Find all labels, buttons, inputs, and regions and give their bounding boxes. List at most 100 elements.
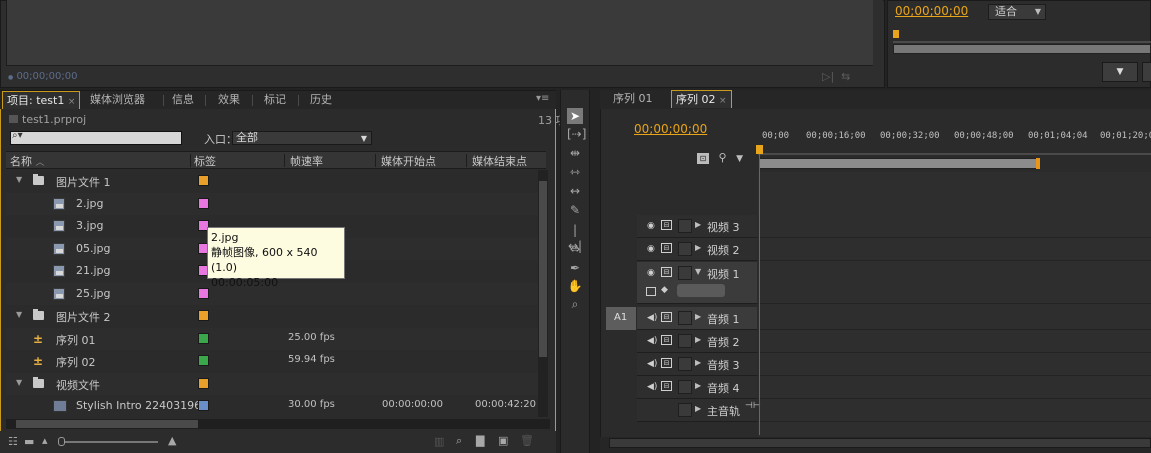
video-track-header[interactable]: ◉ ⊟ ▶ 视频 2 — [637, 238, 757, 261]
sync-lock-icon[interactable]: ⊟ — [661, 312, 672, 322]
program-ruler[interactable] — [893, 30, 1151, 44]
expand-arrow-icon[interactable]: ▼ — [16, 378, 22, 387]
close-icon[interactable]: × — [68, 97, 76, 107]
search-input[interactable] — [10, 131, 182, 145]
chevron-right-icon[interactable]: ▶ — [695, 312, 701, 321]
label-color-swatch[interactable] — [198, 310, 209, 321]
track-content-area[interactable] — [758, 215, 1151, 238]
tab-history[interactable]: 历史 — [310, 91, 332, 109]
track-content-area[interactable] — [758, 238, 1151, 261]
program-extra-button[interactable] — [1142, 62, 1151, 82]
label-color-swatch[interactable] — [198, 332, 209, 344]
project-item-row[interactable]: ▼ 视频文件 — [6, 372, 538, 395]
list-view-icon[interactable]: ☷ — [8, 435, 18, 448]
lock-toggle[interactable] — [678, 403, 692, 417]
sync-lock-icon[interactable]: ⊟ — [661, 243, 672, 253]
expand-arrow-icon[interactable]: ▼ — [16, 175, 22, 184]
column-label[interactable]: 标签 — [194, 153, 216, 169]
playhead-handle[interactable] — [756, 145, 763, 154]
project-item-row[interactable]: ▼ 图片文件 1 — [6, 170, 538, 192]
tab-project[interactable]: 项目: test1 × — [2, 91, 81, 109]
keyframe-icon[interactable]: ◆ — [661, 285, 668, 295]
project-item-row[interactable]: 2.jpg — [6, 192, 538, 215]
track-select-tool-icon[interactable]: [⇢] — [567, 126, 586, 142]
chevron-right-icon[interactable]: ▶ — [695, 358, 701, 367]
project-item-row[interactable]: ± 序列 02 59.94 fps — [6, 350, 538, 372]
label-color-swatch[interactable] — [198, 377, 209, 389]
hand-tool-icon[interactable]: ✋ — [567, 278, 583, 294]
source-track-a1[interactable]: A1 — [606, 307, 636, 330]
zoom-select[interactable]: 适合 ▼ — [988, 4, 1046, 20]
lock-toggle[interactable] — [678, 266, 692, 280]
snap-icon[interactable]: ⊡ — [697, 153, 709, 164]
audio-track-header[interactable]: ◀) ⊟ ▶ 音频 1 — [637, 307, 757, 330]
lock-toggle[interactable] — [678, 357, 692, 371]
audio-track-header[interactable]: ◀) ⊟ ▶ 音频 4 — [637, 376, 757, 399]
track-content-area[interactable] — [758, 330, 1151, 353]
tab-effects[interactable]: 效果 — [218, 91, 240, 109]
track-content-area[interactable] — [758, 262, 1151, 304]
lock-toggle[interactable] — [678, 334, 692, 348]
track-content-area[interactable] — [758, 399, 1151, 422]
work-area-end-handle[interactable] — [1036, 158, 1040, 169]
expand-arrow-icon[interactable]: ▼ — [16, 310, 22, 319]
tab-markers[interactable]: 标记 — [264, 91, 286, 109]
chevron-right-icon[interactable]: ▶ — [695, 335, 701, 344]
keyframe-navigator[interactable] — [677, 284, 725, 297]
tab-info[interactable]: 信息 — [172, 91, 194, 109]
chevron-right-icon[interactable]: ▶ — [695, 220, 701, 229]
tab-sequence-02[interactable]: 序列 02 × — [671, 90, 732, 108]
sync-lock-icon[interactable]: ⊟ — [661, 220, 672, 230]
selection-tool-icon[interactable]: ➤ — [567, 108, 583, 124]
slip-tool-icon[interactable]: |↔| — [567, 222, 583, 253]
audio-track-header[interactable]: ◀) ⊟ ▶ 音频 3 — [637, 353, 757, 376]
razor-tool-icon[interactable]: ✎ — [567, 202, 583, 218]
video-track-header[interactable]: ◉ ⊟ ▶ 视频 3 — [637, 215, 757, 238]
lock-toggle[interactable] — [678, 219, 692, 233]
track-content-area[interactable] — [758, 307, 1151, 330]
tab-media-browser[interactable]: 媒体浏览器 — [90, 91, 145, 109]
sync-lock-icon[interactable]: ⊟ — [661, 358, 672, 368]
icon-view-icon[interactable]: ▬ — [24, 435, 34, 448]
label-color-swatch[interactable] — [198, 197, 209, 209]
rate-stretch-tool-icon[interactable]: ↔ — [567, 183, 583, 199]
entry-select[interactable]: 全部 ▼ — [232, 131, 372, 145]
scrollbar-thumb[interactable] — [16, 420, 198, 428]
program-timecode[interactable]: 00;00;00;00 — [895, 4, 968, 18]
column-media-end[interactable]: 媒体结束点 — [472, 153, 527, 169]
tab-sequence-01[interactable]: 序列 01 — [613, 90, 653, 108]
label-color-swatch[interactable] — [198, 175, 209, 186]
project-item-row[interactable]: ▼ 图片文件 2 — [6, 305, 538, 327]
marker-icon[interactable]: ▼ — [736, 154, 743, 164]
zoom-slider-handle[interactable] — [58, 437, 65, 446]
column-frame-rate[interactable]: 帧速率 — [290, 153, 323, 169]
speaker-icon[interactable]: ◀) — [647, 359, 657, 369]
ripple-edit-tool-icon[interactable]: ⇹ — [567, 145, 583, 161]
sync-lock-icon[interactable]: ⊟ — [661, 381, 672, 391]
track-content-area[interactable] — [758, 376, 1151, 399]
lock-toggle[interactable] — [678, 311, 692, 325]
search-icon[interactable]: ⌕▾ — [12, 130, 23, 141]
zoom-slider[interactable] — [60, 441, 158, 443]
zoom-in-icon[interactable]: ▲ — [168, 434, 176, 447]
speaker-icon[interactable]: ◀) — [647, 336, 657, 346]
zoom-tool-icon[interactable]: ⌕ — [567, 296, 583, 312]
close-icon[interactable]: × — [719, 96, 727, 106]
video-track-header[interactable]: ◉ ⊟ ▼ 视频 1 ◆ — [637, 262, 757, 304]
label-color-swatch[interactable] — [198, 287, 209, 299]
speaker-icon[interactable]: ◀) — [647, 382, 657, 392]
timeline-horizontal-scrollbar[interactable] — [609, 438, 1151, 448]
sync-lock-icon[interactable]: ⊟ — [661, 335, 672, 345]
project-item-row[interactable]: ± 序列 01 25.00 fps — [6, 327, 538, 350]
timeline-ruler[interactable] — [758, 145, 1151, 155]
master-track-header[interactable]: ▶ 主音轨 ⊣⊢ — [637, 399, 761, 422]
scrollbar-thumb[interactable] — [539, 181, 547, 357]
track-content-area[interactable] — [758, 353, 1151, 376]
marker-add-icon[interactable]: ⚲ — [719, 151, 727, 164]
lock-toggle[interactable] — [678, 380, 692, 394]
source-monitor-scrollbar[interactable] — [873, 0, 883, 66]
source-timecode[interactable]: ● 00;00;00;00 — [8, 71, 77, 82]
chevron-right-icon[interactable]: ▶ — [695, 381, 701, 390]
delete-icon[interactable]: 🗑 — [520, 434, 534, 447]
work-area-bar[interactable] — [759, 158, 1039, 169]
